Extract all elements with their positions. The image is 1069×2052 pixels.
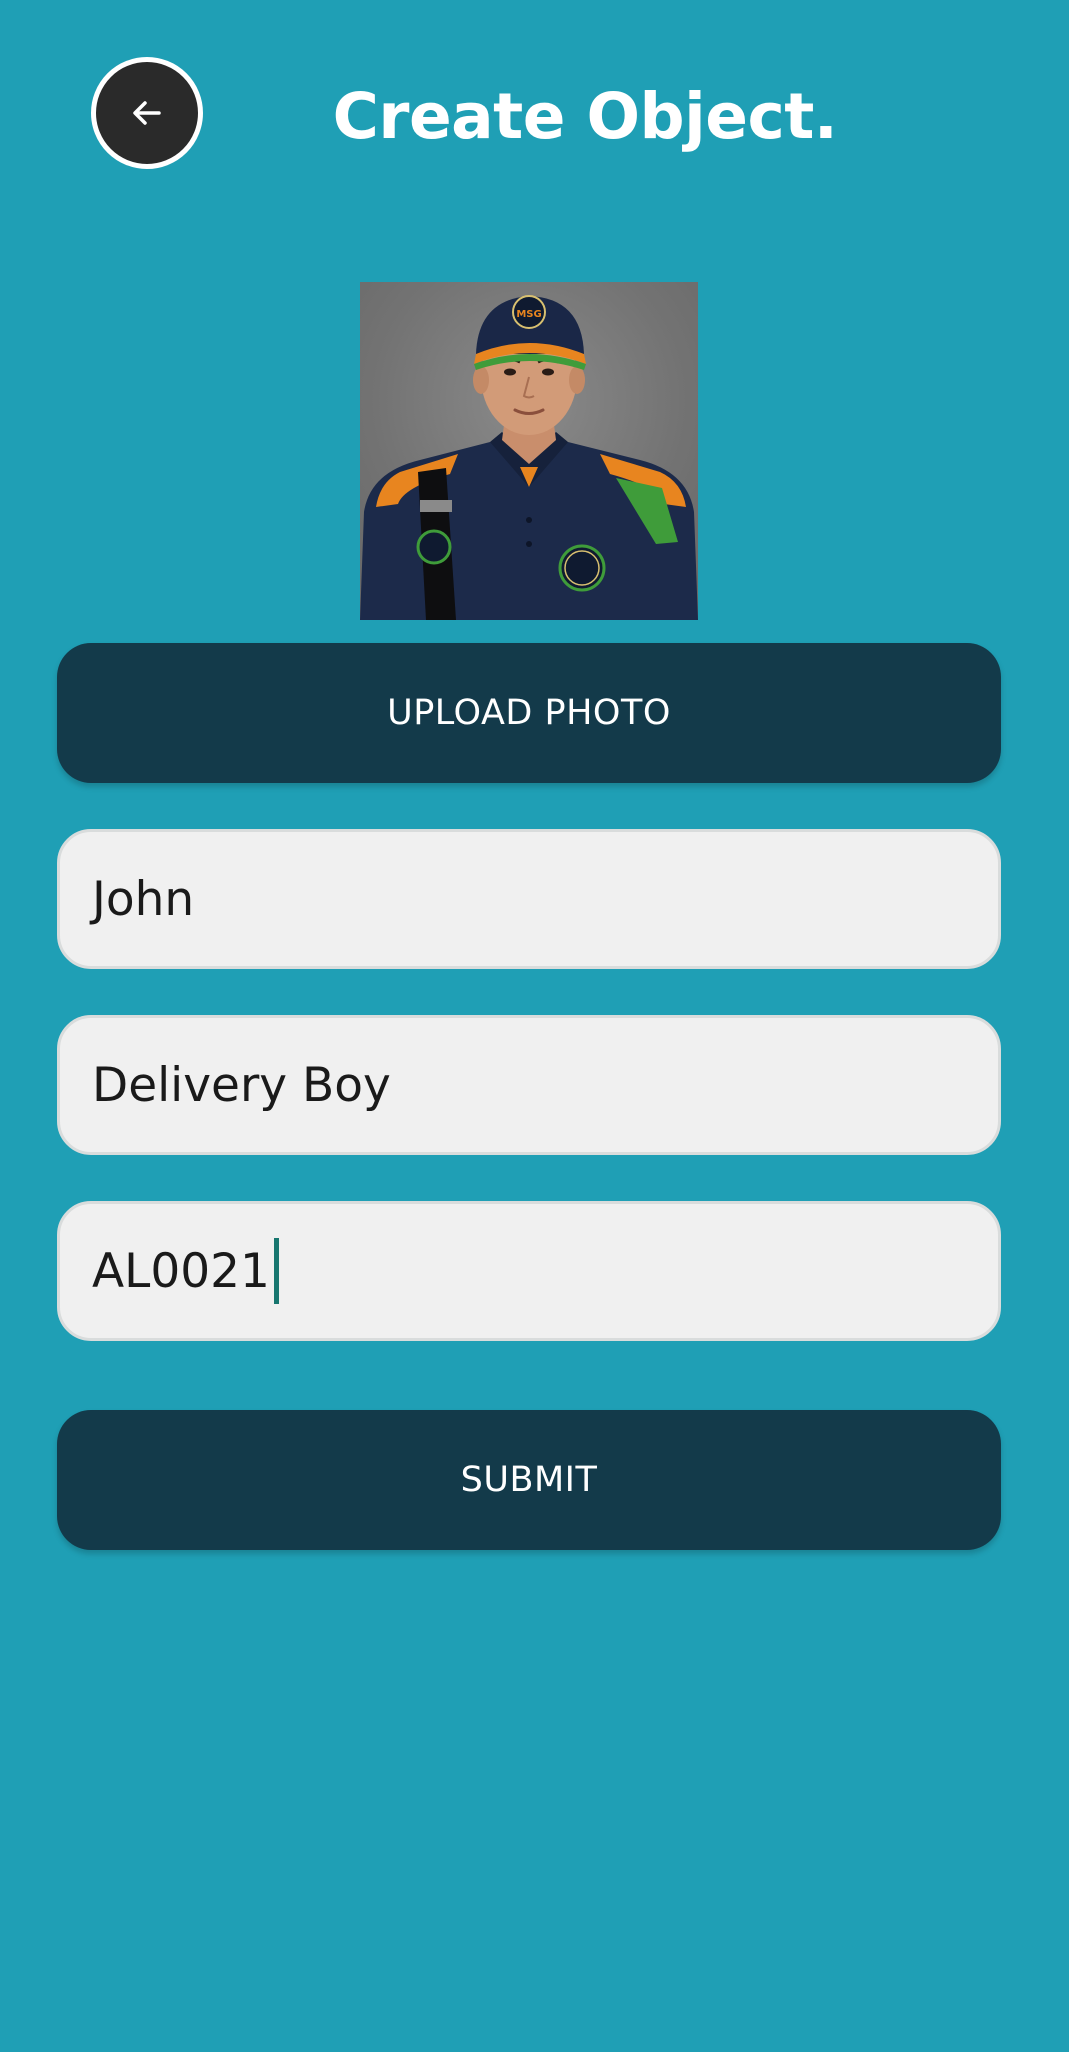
person-portrait-image: MSG	[360, 295, 698, 620]
id-input-value: AL0021	[92, 1243, 270, 1299]
create-object-screen: Create Object. MSG UPLOAD PHOTO John Del…	[0, 0, 1069, 2052]
arrow-left-icon	[133, 101, 161, 125]
cap-badge-logo: MSG	[516, 309, 541, 320]
submit-button[interactable]: SUBMIT	[57, 1410, 1001, 1550]
role-input-value: Delivery Boy	[92, 1057, 391, 1113]
name-input[interactable]: John	[57, 829, 1001, 969]
text-cursor	[273, 1238, 279, 1304]
upload-photo-button[interactable]: UPLOAD PHOTO	[57, 643, 1001, 783]
role-input[interactable]: Delivery Boy	[57, 1015, 1001, 1155]
name-input-value: John	[92, 871, 195, 927]
profile-photo: MSG	[360, 282, 698, 620]
page-title: Create Object.	[332, 80, 838, 153]
back-button[interactable]	[91, 57, 203, 169]
id-input[interactable]: AL0021	[57, 1201, 1001, 1341]
